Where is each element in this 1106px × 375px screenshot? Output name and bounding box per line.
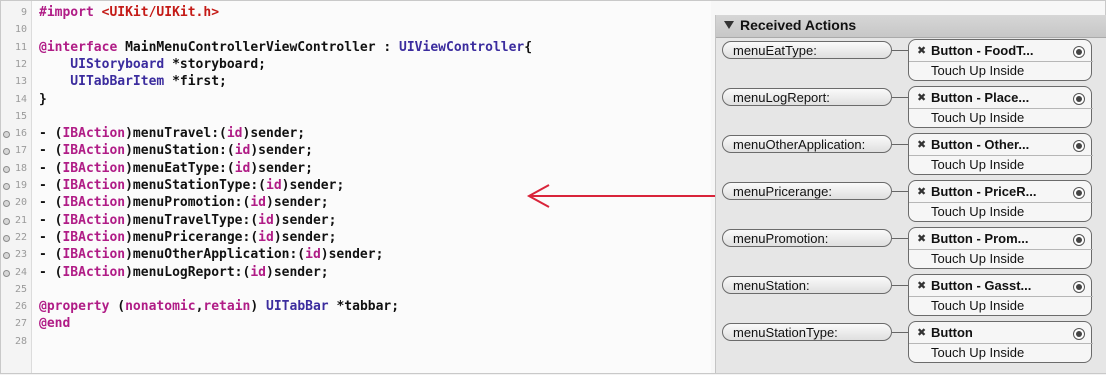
target-name: Button - Prom... (931, 231, 1029, 246)
divider (909, 108, 1093, 109)
remove-x-icon[interactable]: ✖ (917, 232, 926, 245)
connection-line (892, 285, 908, 286)
event-name: Touch Up Inside (931, 157, 1025, 172)
action-row: menuStation: ✖ Button - Gasst... Touch Up I… (716, 272, 1106, 318)
action-name: menuStation: (733, 278, 810, 293)
remove-x-icon[interactable]: ✖ (917, 44, 926, 57)
connection-circle-icon[interactable] (1073, 140, 1085, 152)
received-actions-panel: Received Actions menuEatType: ✖ Button - F… (715, 15, 1106, 373)
event-name: Touch Up Inside (931, 298, 1025, 313)
divider (909, 61, 1093, 62)
connection-line (892, 144, 908, 145)
action-name: menuLogReport: (733, 90, 830, 105)
connection-target[interactable]: ✖ Button Touch Up Inside (908, 321, 1093, 363)
action-row: menuLogReport: ✖ Button - Place... Touch Up… (716, 84, 1106, 130)
action-row: menuPricerange: ✖ Button - PriceR... Touch … (716, 178, 1106, 224)
remove-x-icon[interactable]: ✖ (917, 279, 926, 292)
disclosure-triangle-icon[interactable] (724, 21, 734, 29)
action-row: menuEatType: ✖ Button - FoodT... Touch Up I… (716, 37, 1106, 83)
action-name: menuOtherApplication: (733, 137, 866, 152)
remove-x-icon[interactable]: ✖ (917, 326, 926, 339)
action-name-pill[interactable]: menuPromotion: (722, 229, 892, 247)
target-name: Button - Gasst... (931, 278, 1032, 293)
target-name: Button - PriceR... (931, 184, 1037, 199)
connection-circle-icon[interactable] (1073, 187, 1085, 199)
connection-target[interactable]: ✖ Button - FoodT... Touch Up Inside (908, 39, 1093, 81)
connection-line (892, 50, 908, 51)
connection-circle-icon[interactable] (1073, 281, 1085, 293)
target-name: Button - FoodT... (931, 43, 1034, 58)
event-name: Touch Up Inside (931, 110, 1025, 125)
panel-title: Received Actions (740, 17, 857, 33)
connection-target[interactable]: ✖ Button - Prom... Touch Up Inside (908, 227, 1093, 269)
action-name-pill[interactable]: menuOtherApplication: (722, 135, 892, 153)
action-name: menuPromotion: (733, 231, 829, 246)
target-name: Button - Other... (931, 137, 1030, 152)
connection-circle-icon[interactable] (1073, 234, 1085, 246)
divider (909, 249, 1093, 250)
action-name-pill[interactable]: menuStationType: (722, 323, 892, 341)
divider (909, 296, 1093, 297)
remove-x-icon[interactable]: ✖ (917, 138, 926, 151)
connection-circle-icon[interactable] (1073, 46, 1085, 58)
action-name: menuEatType: (733, 43, 817, 58)
remove-x-icon[interactable]: ✖ (917, 185, 926, 198)
panel-header[interactable]: Received Actions (716, 15, 1106, 38)
connection-circle-icon[interactable] (1073, 328, 1085, 340)
connection-line (892, 238, 908, 239)
connection-circle-icon[interactable] (1073, 93, 1085, 105)
action-row: menuStationType: ✖ Button Touch Up Inside (716, 319, 1106, 365)
connection-line (892, 191, 908, 192)
action-name: menuPricerange: (733, 184, 832, 199)
event-name: Touch Up Inside (931, 345, 1025, 360)
connection-target[interactable]: ✖ Button - Place... Touch Up Inside (908, 86, 1093, 128)
action-name-pill[interactable]: menuEatType: (722, 41, 892, 59)
action-name-pill[interactable]: menuLogReport: (722, 88, 892, 106)
divider (909, 202, 1093, 203)
action-name-pill[interactable]: menuPricerange: (722, 182, 892, 200)
divider (909, 155, 1093, 156)
connection-line (892, 332, 908, 333)
action-row: menuOtherApplication: ✖ Button - Other... T… (716, 131, 1106, 177)
action-row: menuPromotion: ✖ Button - Prom... Touch Up … (716, 225, 1106, 271)
event-name: Touch Up Inside (931, 204, 1025, 219)
target-name: Button (931, 325, 973, 340)
action-name: menuStationType: (733, 325, 838, 340)
screenshot-frame: 9 #import <UIKit/UIKit.h> 10 11 @interface M… (0, 0, 1106, 374)
connection-target[interactable]: ✖ Button - Other... Touch Up Inside (908, 133, 1093, 175)
connection-line (892, 97, 908, 98)
divider (909, 343, 1093, 344)
event-name: Touch Up Inside (931, 251, 1025, 266)
action-name-pill[interactable]: menuStation: (722, 276, 892, 294)
event-name: Touch Up Inside (931, 63, 1025, 78)
target-name: Button - Place... (931, 90, 1030, 105)
remove-x-icon[interactable]: ✖ (917, 91, 926, 104)
connection-target[interactable]: ✖ Button - PriceR... Touch Up Inside (908, 180, 1093, 222)
connection-target[interactable]: ✖ Button - Gasst... Touch Up Inside (908, 274, 1093, 316)
